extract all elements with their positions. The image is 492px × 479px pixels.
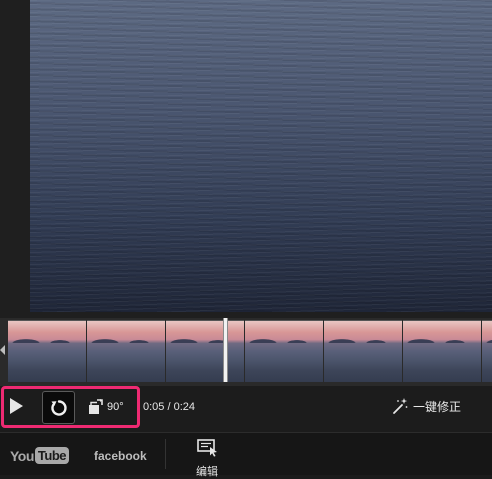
rotate-angle-label: 90° bbox=[107, 401, 124, 413]
time-display: 0:05 / 0:24 bbox=[143, 401, 195, 413]
filmstrip-frame[interactable] bbox=[403, 320, 481, 382]
edit-button[interactable]: 编辑 bbox=[192, 439, 222, 479]
bottom-toolbar: You Tube facebook 编辑 bbox=[0, 432, 492, 478]
rotate-button[interactable] bbox=[42, 391, 75, 424]
playhead-handle[interactable] bbox=[223, 318, 228, 382]
current-time: 0:05 bbox=[143, 401, 165, 413]
filmstrip-frame[interactable] bbox=[324, 320, 402, 382]
rotate-icon bbox=[51, 400, 67, 416]
edit-label: 编辑 bbox=[196, 466, 218, 478]
filmstrip-frame[interactable] bbox=[8, 320, 86, 382]
magic-wand-icon bbox=[393, 398, 408, 414]
youtube-logo-tube: Tube bbox=[34, 447, 69, 464]
filmstrip-frame[interactable] bbox=[87, 320, 165, 382]
video-preview-area bbox=[0, 0, 492, 318]
facebook-share-button[interactable]: facebook bbox=[94, 449, 147, 463]
time-separator: / bbox=[164, 401, 174, 413]
youtube-share-button[interactable]: You Tube bbox=[10, 447, 69, 464]
auto-fix-button[interactable]: 一键修正 bbox=[391, 397, 461, 415]
auto-fix-label: 一键修正 bbox=[413, 399, 462, 414]
total-time: 0:24 bbox=[173, 401, 196, 413]
scroll-left-icon[interactable] bbox=[0, 345, 5, 355]
filmstrip-frame[interactable] bbox=[482, 320, 492, 382]
edit-icon bbox=[197, 439, 217, 457]
toolbar-divider bbox=[165, 439, 166, 469]
filmstrip-frame[interactable] bbox=[166, 320, 244, 382]
play-icon[interactable] bbox=[10, 398, 23, 414]
video-frame bbox=[30, 0, 492, 312]
playback-controls: 90° 0:05 / 0:24 一键修正 bbox=[0, 386, 492, 432]
filmstrip-timeline[interactable] bbox=[0, 318, 492, 386]
rotate-90-icon bbox=[89, 399, 103, 414]
filmstrip-frames[interactable] bbox=[8, 320, 492, 382]
rotate-90-button[interactable]: 90° bbox=[88, 397, 124, 417]
filmstrip-frame[interactable] bbox=[245, 320, 323, 382]
youtube-logo-you: You bbox=[10, 447, 34, 464]
